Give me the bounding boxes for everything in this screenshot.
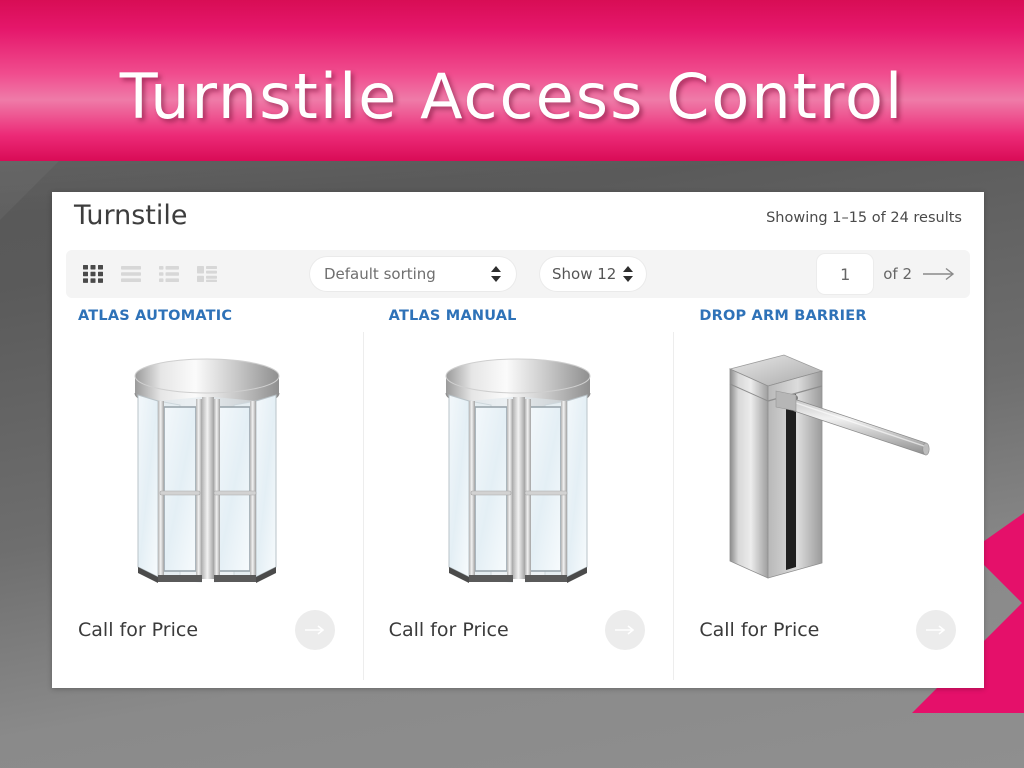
product-image-revolving-turnstile[interactable] xyxy=(74,330,341,610)
slide-banner: Turnstile Access Control xyxy=(0,0,1024,161)
product-footer: Call for Price xyxy=(74,610,341,650)
stepper-arrows-icon xyxy=(623,265,634,283)
product-price: Call for Price xyxy=(388,619,509,641)
sort-select[interactable]: Default sorting xyxy=(310,257,516,291)
product-title[interactable]: ATLAS MANUAL xyxy=(389,308,652,324)
product-price: Call for Price xyxy=(78,619,199,641)
shop-header: Turnstile Showing 1–15 of 24 results xyxy=(52,192,984,250)
product-action-button[interactable] xyxy=(294,610,335,650)
corner-triangle-top-left xyxy=(0,160,60,220)
product-card[interactable]: ATLAS AUTOMATIC Call for Price xyxy=(52,308,363,680)
stepper-arrows-icon xyxy=(491,265,502,283)
per-page-select-value: Show 12 xyxy=(552,265,617,283)
product-price: Call for Price xyxy=(699,619,820,641)
shop-page-panel: Turnstile Showing 1–15 of 24 results Def… xyxy=(52,192,984,688)
page-number-input[interactable]: 1 xyxy=(817,254,874,294)
shop-category-title: Turnstile xyxy=(74,200,188,231)
product-grid: ATLAS AUTOMATIC Call for Price ATLAS MAN… xyxy=(52,308,984,680)
product-footer: Call for Price xyxy=(695,610,962,650)
product-title[interactable]: ATLAS AUTOMATIC xyxy=(78,308,341,324)
shop-toolbar: Default sorting Show 12 1 of 2 xyxy=(66,250,970,298)
result-count-text: Showing 1–15 of 24 results xyxy=(766,210,962,226)
product-card[interactable]: ATLAS MANUAL Call for Price xyxy=(362,308,674,680)
next-page-arrow-icon[interactable] xyxy=(922,266,956,282)
list-view-large-icon[interactable] xyxy=(120,263,142,285)
product-image-drop-arm-barrier[interactable] xyxy=(695,330,962,610)
product-card[interactable]: DROP ARM BARRIER Call for Price xyxy=(673,308,984,680)
page-total-label: of 2 xyxy=(883,265,912,283)
list-view-detail-icon[interactable] xyxy=(196,263,218,285)
page-title: Turnstile Access Control xyxy=(119,60,905,133)
product-action-button[interactable] xyxy=(605,610,646,650)
grid-view-icon[interactable] xyxy=(82,263,104,285)
product-title[interactable]: DROP ARM BARRIER xyxy=(699,308,962,324)
product-image-revolving-turnstile[interactable] xyxy=(385,330,652,610)
list-view-small-icon[interactable] xyxy=(158,263,180,285)
pagination: 1 of 2 xyxy=(817,254,956,294)
per-page-select[interactable]: Show 12 xyxy=(540,257,646,291)
view-mode-toggle-group xyxy=(82,263,218,285)
presentation-slide: Turnstile Access Control Turnstile Showi… xyxy=(0,0,1024,768)
product-footer: Call for Price xyxy=(385,610,652,650)
product-action-button[interactable] xyxy=(916,610,957,650)
sort-select-value: Default sorting xyxy=(324,265,436,283)
